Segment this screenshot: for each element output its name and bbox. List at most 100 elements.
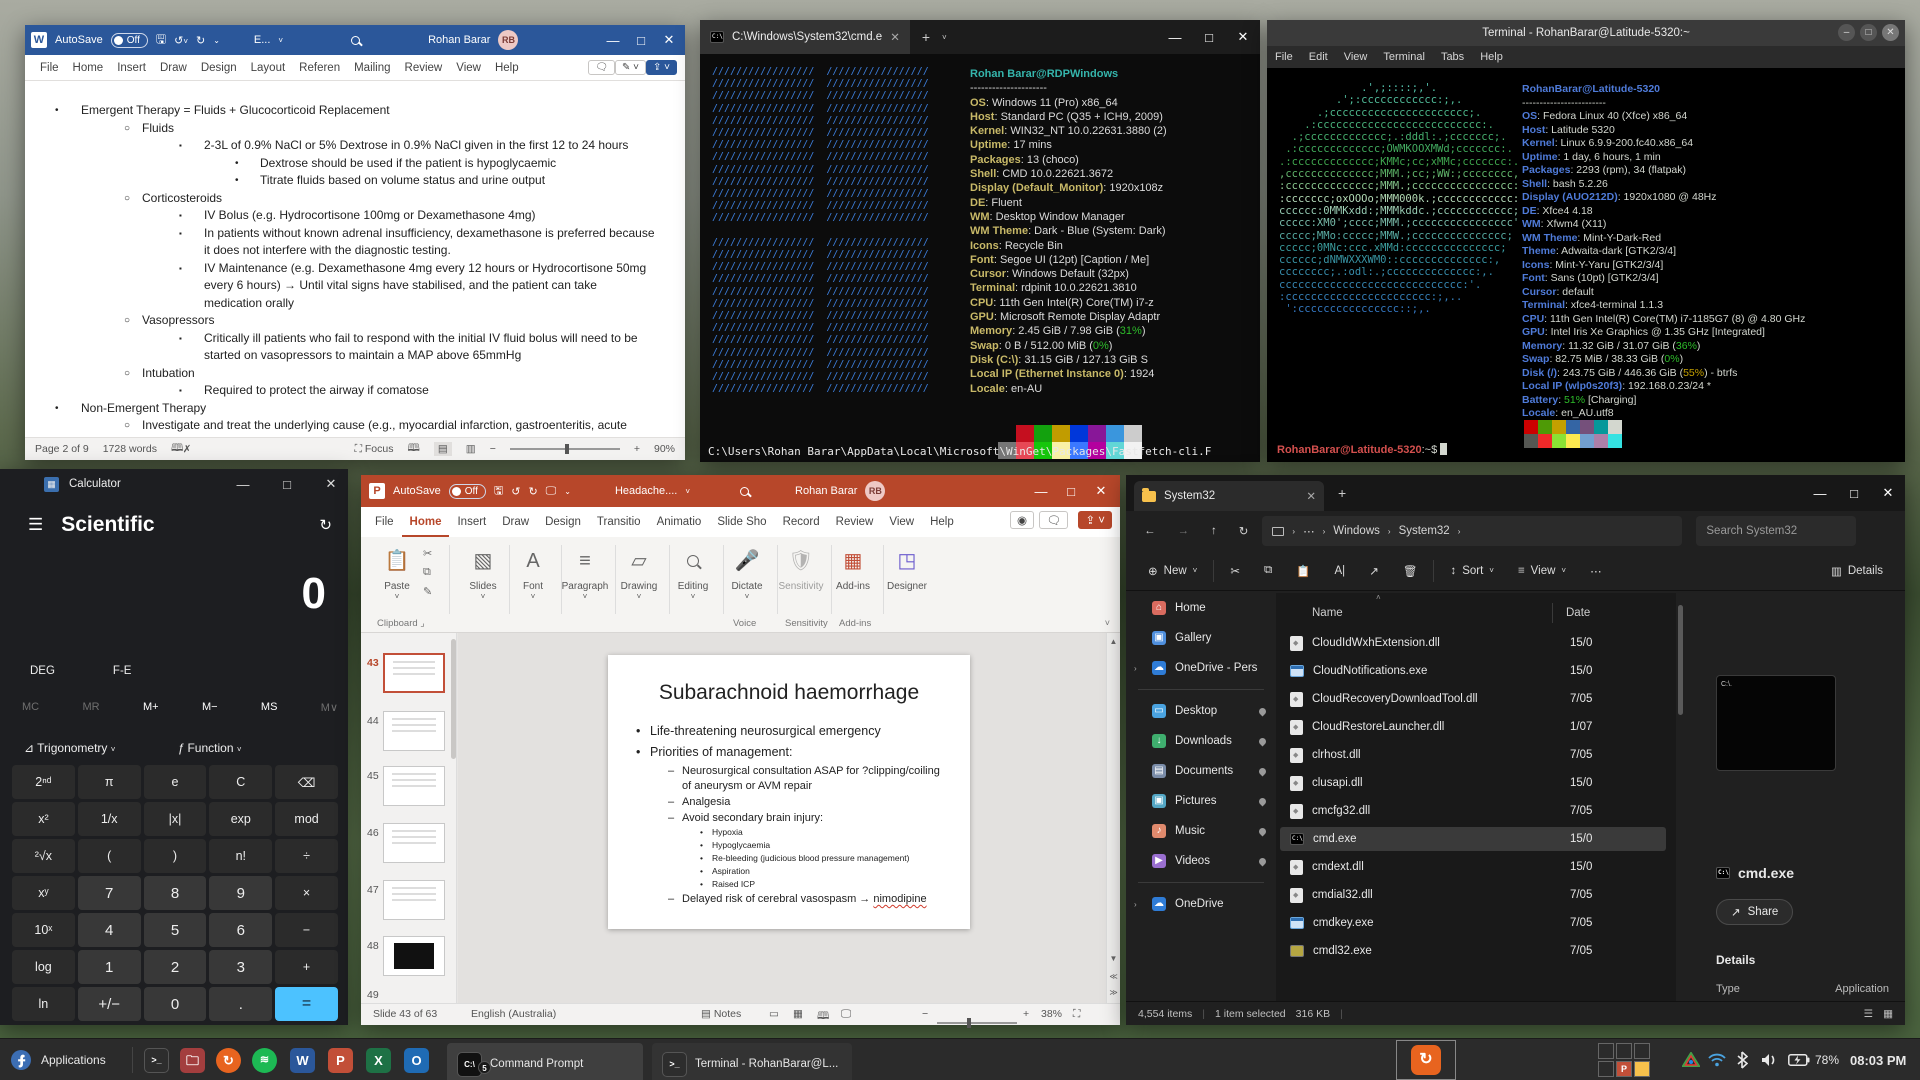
word-document[interactable]: • Emergent Therapy = Fluids + Glucocortic… xyxy=(25,82,685,437)
maximize-button[interactable]: □ xyxy=(270,477,304,492)
tab-close-icon[interactable]: ✕ xyxy=(890,30,900,44)
word-doc-name[interactable]: E... xyxy=(254,34,271,46)
minimize-button[interactable]: — xyxy=(226,477,260,492)
zoom-out-button[interactable]: − xyxy=(490,443,496,455)
word-autosave-toggle[interactable]: Off xyxy=(110,32,148,48)
search-box[interactable]: Search System32 xyxy=(1696,516,1857,546)
zoom-slider-knob[interactable] xyxy=(564,444,569,454)
thumbnail-scrollbar[interactable] xyxy=(451,639,456,759)
list-scrollbar[interactable] xyxy=(1678,605,1683,715)
column-header-date[interactable]: Date xyxy=(1566,607,1590,619)
rename-icon[interactable]: A| xyxy=(1323,565,1358,577)
tab-slideshow[interactable]: Slide Sho xyxy=(709,507,774,537)
redo-icon[interactable]: ↻ xyxy=(196,34,205,47)
maximize-button[interactable]: □ xyxy=(1060,484,1082,499)
file-row[interactable]: CloudIdWxhExtension.dll15/0 xyxy=(1280,631,1666,655)
key-e[interactable]: e xyxy=(143,765,207,799)
close-button[interactable]: ✕ xyxy=(1090,483,1112,499)
bluetooth-icon[interactable] xyxy=(1736,1039,1748,1080)
key-subtract[interactable]: − xyxy=(275,913,338,947)
zoom-slider[interactable] xyxy=(509,444,620,454)
menu-file[interactable]: File xyxy=(1275,51,1293,63)
slide-thumbnail-45[interactable] xyxy=(383,766,445,806)
sidebar-item-downloads[interactable]: ↓ Downloads xyxy=(1126,726,1276,756)
key-decimal[interactable]: . xyxy=(209,987,273,1021)
wifi-icon[interactable] xyxy=(1708,1039,1726,1080)
list-view-toggle-icon[interactable]: ☰ xyxy=(1864,1008,1873,1020)
launcher-terminal[interactable]: >_ xyxy=(144,1039,169,1080)
tab-review[interactable]: Review xyxy=(398,62,450,74)
tab-home[interactable]: Home xyxy=(401,507,450,537)
tab-transitions[interactable]: Transitio xyxy=(589,507,649,537)
maximize-button[interactable]: □ xyxy=(631,33,651,48)
key-9[interactable]: 9 xyxy=(209,876,273,910)
file-row[interactable]: CloudRestoreLauncher.dll1/07 xyxy=(1280,715,1666,739)
deg-button[interactable]: DEG xyxy=(30,665,55,677)
next-slide-icon[interactable]: ≫ xyxy=(1107,988,1120,997)
menu-icon[interactable]: ☰ xyxy=(28,515,43,535)
new-tab-button[interactable]: + xyxy=(910,29,942,45)
tray-folder-icon[interactable] xyxy=(1634,1060,1650,1077)
comments-button[interactable]: 🗨 xyxy=(1039,511,1068,529)
sidebar-item-home[interactable]: ⌂ Home xyxy=(1126,593,1276,623)
close-button[interactable]: ✕ xyxy=(1871,485,1905,501)
refresh-icon[interactable]: ↻ xyxy=(1231,524,1257,538)
web-layout-icon[interactable]: ▥ xyxy=(466,443,476,455)
file-row[interactable]: CloudNotifications.exe 15/0 xyxy=(1280,659,1666,683)
file-row[interactable]: cmdkey.exe 7/05 xyxy=(1280,911,1666,935)
explorer-tab[interactable]: System32 ✕ xyxy=(1134,481,1324,511)
sidebar-item-onedrive-personal[interactable]: › ☁ OneDrive - Pers xyxy=(1126,653,1276,683)
tab-references[interactable]: Referen xyxy=(292,62,347,74)
task-command-prompt[interactable]: C:\ 5 Command Prompt xyxy=(447,1043,643,1080)
tab-insert[interactable]: Insert xyxy=(110,62,153,74)
memory-add-button[interactable]: M+ xyxy=(143,701,159,714)
file-row[interactable]: cmcfg32.dll7/05 xyxy=(1280,799,1666,823)
sidebar-item-videos[interactable]: ▶ Videos xyxy=(1126,846,1276,876)
close-button[interactable]: ✕ xyxy=(1226,29,1260,45)
trigonometry-dropdown[interactable]: ⊿ Trigonometry ˅ xyxy=(24,741,115,755)
editing-mode-button[interactable]: ✎ ˅ xyxy=(615,60,646,75)
paragraph-button[interactable]: ≡ Paragraph ˅ xyxy=(559,545,611,601)
zoom-level[interactable]: 38% xyxy=(1041,1008,1062,1020)
tab-draw[interactable]: Draw xyxy=(494,507,537,537)
memory-subtract-button[interactable]: M− xyxy=(202,701,218,714)
slide-sorter-icon[interactable]: ▦ xyxy=(793,1008,803,1020)
tab-mailings[interactable]: Mailing xyxy=(347,62,397,74)
add-ins-button[interactable]: ▦ Add-ins xyxy=(827,545,879,592)
more-options-icon[interactable]: ⋯ xyxy=(1578,564,1614,578)
tab-close-icon[interactable]: ✕ xyxy=(1306,489,1316,503)
slide-thumbnail-46[interactable] xyxy=(383,823,445,863)
share-icon[interactable]: ↗ xyxy=(1357,564,1391,578)
back-icon[interactable]: ← xyxy=(1136,525,1164,537)
share-button[interactable]: ↗ Share xyxy=(1716,899,1794,925)
file-row[interactable]: clrhost.dll7/05 xyxy=(1280,743,1666,767)
key-2[interactable]: 2 xyxy=(143,950,207,984)
key-multiply[interactable]: × xyxy=(275,876,338,910)
copy-icon[interactable]: ⧉ xyxy=(1252,564,1284,577)
cmd-tab[interactable]: C:\ C:\Windows\System32\cmd.e ✕ xyxy=(700,20,910,54)
slide-thumbnail-44[interactable] xyxy=(383,711,445,751)
fit-slide-icon[interactable]: ⛶ xyxy=(1073,1008,1080,1021)
key-log[interactable]: log xyxy=(12,950,75,984)
new-button[interactable]: ⊕ New ˅ xyxy=(1136,564,1209,578)
dictate-button[interactable]: 🎤 Dictate ˅ xyxy=(721,545,773,601)
launcher-files[interactable]: 🗀 xyxy=(180,1039,205,1080)
minimize-button[interactable]: — xyxy=(603,33,623,48)
memory-clear-button[interactable]: MC xyxy=(22,701,39,714)
key-open-paren[interactable]: ( xyxy=(77,839,141,873)
maximize-button[interactable]: □ xyxy=(1192,30,1226,45)
sensitivity-button[interactable]: 🛡 Sensitivity xyxy=(775,545,827,592)
launcher-word[interactable]: W xyxy=(290,1039,315,1080)
minimize-button[interactable]: — xyxy=(1803,486,1837,501)
language-indicator[interactable]: English (Australia) xyxy=(471,1008,556,1020)
comments-button[interactable]: 🗨 xyxy=(588,60,615,75)
breadcrumb-system32[interactable]: System32 xyxy=(1399,525,1450,537)
cut-icon[interactable]: ✂ xyxy=(423,547,432,560)
notes-button[interactable]: ▤ Notes xyxy=(701,1008,741,1020)
tab-insert[interactable]: Insert xyxy=(449,507,494,537)
reading-view-icon[interactable]: 🕮 xyxy=(817,1008,829,1026)
tab-home[interactable]: Home xyxy=(66,62,111,74)
file-row-selected[interactable]: C:\ cmd.exe 15/0 xyxy=(1280,827,1666,851)
zoom-level[interactable]: 90% xyxy=(654,443,675,455)
delete-icon[interactable]: 🗑 xyxy=(1391,564,1430,578)
